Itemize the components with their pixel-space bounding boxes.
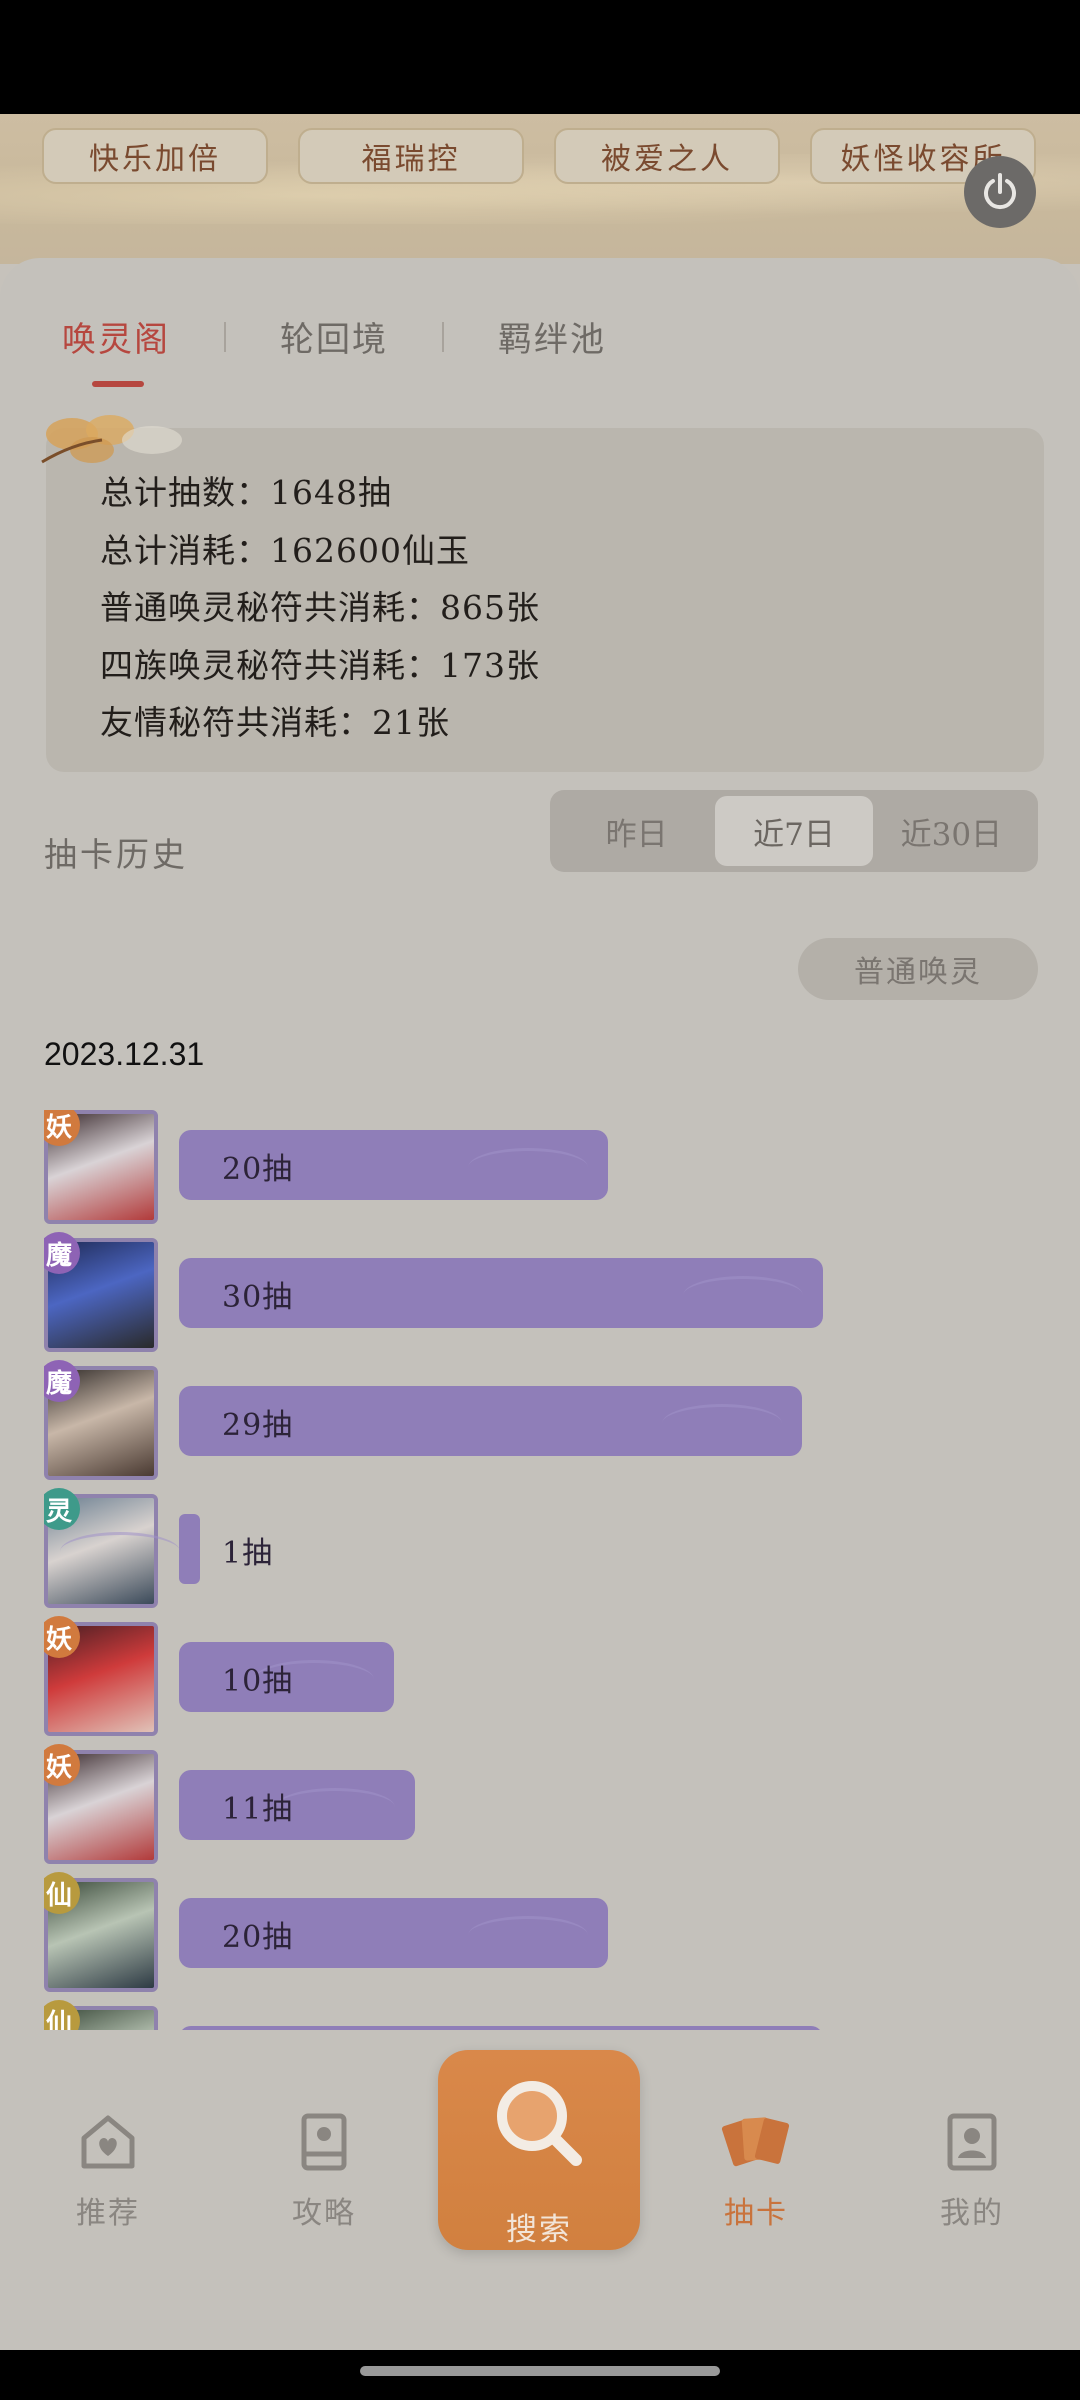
guide-book-icon [301,2113,347,2171]
summary-total-draws: 总计抽数：1648抽 [100,473,392,512]
summary-clan-talisman: 四族唤灵秘符共消耗：173张 [100,645,540,685]
nav-search[interactable]: 搜索 [438,2050,640,2250]
draw-count-bar [179,2026,823,2030]
nav-draw[interactable]: 抽卡 [676,2110,836,2232]
nav-label: 推荐 [76,2196,140,2231]
draw-count-label: 10抽 [222,1664,294,1699]
draw-count-label: 30抽 [222,1280,294,1315]
tab-summon-pavilion[interactable]: 唤灵阁 [62,312,170,387]
history-row[interactable]: 灵 1抽 [44,1488,1044,1622]
app-screen: 快乐加倍 福瑞控 被爱之人 妖怪收容所 唤灵阁 轮回境 羁绊池 总计抽数：164… [0,114,1080,2350]
history-row[interactable]: 妖 20抽 [44,1110,1044,1238]
nav-guide[interactable]: 攻略 [244,2110,404,2232]
nav-label: 我的 [940,2196,1004,2231]
top-banner: 快乐加倍 福瑞控 被爱之人 妖怪收容所 [0,114,1080,264]
tag-button[interactable]: 快乐加倍 [42,128,268,184]
power-button[interactable] [964,156,1036,228]
draw-count-label: 20抽 [222,1920,294,1955]
cards-icon [721,2117,790,2167]
nav-label: 搜索 [506,2212,572,2248]
history-row[interactable]: 仙 20抽 [44,1872,1044,2006]
summary-total-cost: 总计消耗：162600仙玉 [100,530,470,570]
summary-normal-talisman: 普通唤灵秘符共消耗：865张 [100,588,540,627]
history-title: 抽卡历史 [44,835,188,874]
summary-friend-talisman: 友情秘符共消耗：21张 [100,703,450,742]
range-yesterday[interactable]: 昨日 [558,796,715,866]
tab-divider [224,321,226,352]
history-row[interactable]: 魔 29抽 [44,1360,1044,1494]
recommend-icon [81,2115,135,2169]
range-30-days[interactable]: 近30日 [873,796,1030,866]
tag-row: 快乐加倍 福瑞控 被爱之人 妖怪收容所 [42,128,1036,184]
pool-tabs: 唤灵阁 轮回境 羁绊池 [62,312,606,387]
content-card: 唤灵阁 轮回境 羁绊池 总计抽数：1648抽 总计消耗：162600仙玉 普通唤… [0,258,1080,2350]
summon-type-filter[interactable]: 普通唤灵 [798,938,1038,1000]
draw-count-bar [60,1514,200,1584]
nav-label: 抽卡 [724,2196,788,2231]
draw-count-label: 1抽 [222,1536,274,1571]
tab-bond-pool[interactable]: 羁绊池 [498,312,606,361]
draw-count-bar [179,1770,415,1840]
history-row[interactable]: 妖 11抽 [44,1744,1044,1878]
range-7-days[interactable]: 近7日 [715,796,873,866]
nav-recommend[interactable]: 推荐 [28,2110,188,2232]
history-row[interactable]: 魔 30抽 [44,1232,1044,1366]
search-icon [497,2081,582,2166]
power-icon [984,173,1016,210]
tab-samsara[interactable]: 轮回境 [280,312,388,361]
tag-button[interactable]: 被爱之人 [554,128,780,184]
tag-button[interactable]: 福瑞控 [298,128,524,184]
nav-profile[interactable]: 我的 [892,2110,1052,2232]
history-row[interactable]: 仙30抽 [44,2000,1044,2030]
history-list: 妖20抽魔30抽魔29抽灵1抽妖10抽妖11抽仙20抽仙30抽 [44,1110,1044,2030]
draw-count-label: 29抽 [222,1408,294,1443]
history-row[interactable]: 妖 10抽 [44,1616,1044,1750]
draw-count-label: 20抽 [222,1152,294,1187]
nav-label: 攻略 [292,2196,356,2231]
history-date: 2023.12.31 [44,1036,205,1072]
summary-panel: 总计抽数：1648抽 总计消耗：162600仙玉 普通唤灵秘符共消耗：865张 … [41,415,1044,772]
profile-icon [947,2113,997,2171]
home-indicator [360,2366,720,2376]
tab-divider [442,321,444,352]
bottom-nav: 推荐 攻略 搜索 抽卡 我的 [0,2050,1080,2350]
draw-count-label: 11抽 [222,1792,294,1827]
summary-list: 总计抽数：1648抽 总计消耗：162600仙玉 普通唤灵秘符共消耗：865张 … [100,464,540,752]
range-selector: 昨日 近7日 近30日 [550,790,1038,872]
